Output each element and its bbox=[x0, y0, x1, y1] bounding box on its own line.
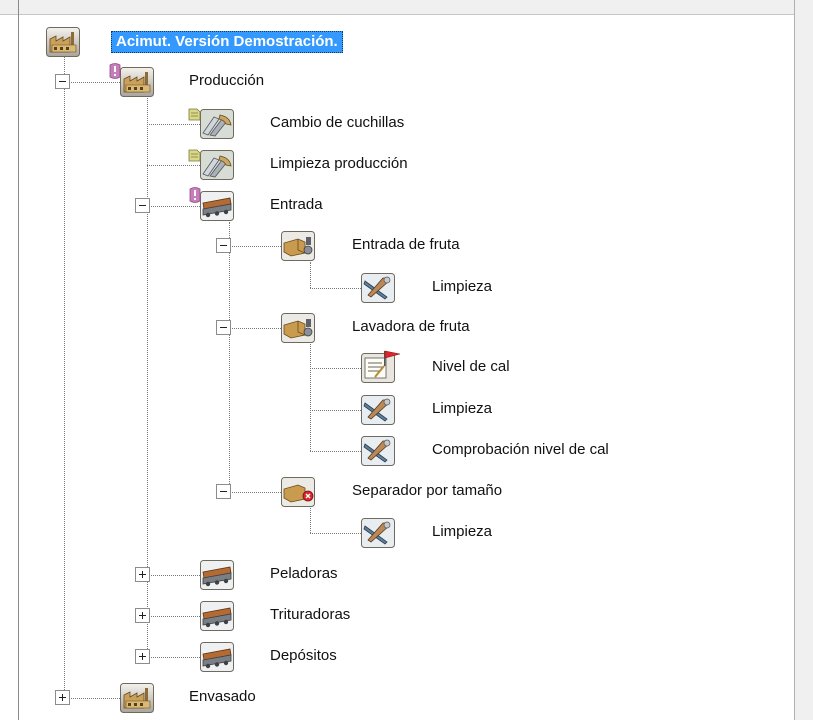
tree-item-limpieza[interactable]: Limpieza bbox=[432, 399, 492, 419]
wrench-icon[interactable] bbox=[361, 273, 395, 303]
tag-badge bbox=[188, 107, 201, 121]
tree-connector-horizontal bbox=[229, 492, 281, 493]
tree-item-depositos[interactable]: Depósitos bbox=[270, 646, 337, 666]
wrench-icon[interactable] bbox=[361, 395, 395, 425]
red-flag-icon bbox=[383, 350, 401, 366]
tree-item-peladoras[interactable]: Peladoras bbox=[270, 564, 338, 584]
tree-item-limpieza-produccion[interactable]: Limpieza producción bbox=[270, 154, 408, 174]
factory-icon[interactable] bbox=[120, 67, 154, 97]
tree-connector-horizontal bbox=[147, 575, 200, 576]
tree-item-cambio-de-cuchillas[interactable]: Cambio de cuchillas bbox=[270, 113, 404, 133]
tools-icon[interactable] bbox=[200, 150, 234, 180]
expand-toggle[interactable] bbox=[55, 690, 70, 705]
tree-connector-vertical bbox=[229, 222, 230, 492]
factory-icon[interactable] bbox=[120, 683, 154, 713]
collapse-toggle[interactable] bbox=[55, 74, 70, 89]
tree-item-separador-por-tamano[interactable]: Separador por tamaño bbox=[352, 481, 502, 501]
tree-connector-horizontal bbox=[147, 124, 200, 125]
tree-root-label[interactable]: Acimut. Versión Demostración. bbox=[111, 31, 343, 53]
conveyor-icon[interactable] bbox=[200, 191, 234, 221]
collapse-toggle[interactable] bbox=[216, 238, 231, 253]
tree-item-trituradoras[interactable]: Trituradoras bbox=[270, 605, 350, 625]
tree-item-nivel-de-cal[interactable]: Nivel de cal bbox=[432, 357, 510, 377]
tree-connector-vertical bbox=[310, 344, 311, 451]
collapse-toggle[interactable] bbox=[135, 198, 150, 213]
machine-icon[interactable] bbox=[281, 313, 315, 343]
tree-connector-horizontal bbox=[229, 328, 281, 329]
tree-connector-horizontal bbox=[310, 410, 361, 411]
window-top-edge bbox=[0, 0, 813, 15]
tree-connector-vertical bbox=[310, 508, 311, 533]
expand-toggle[interactable] bbox=[135, 608, 150, 623]
tree-connector-horizontal bbox=[310, 288, 361, 289]
wrench-icon[interactable] bbox=[361, 518, 395, 548]
tree-item-entrada[interactable]: Entrada bbox=[270, 195, 323, 215]
tree-connector-vertical bbox=[310, 262, 311, 288]
tree-item-limpieza[interactable]: Limpieza bbox=[432, 277, 492, 297]
conveyor-icon[interactable] bbox=[200, 601, 234, 631]
tree-connector-horizontal bbox=[310, 368, 361, 369]
tree-connector-horizontal bbox=[64, 698, 120, 699]
tree-item-lavadora-de-fruta[interactable]: Lavadora de fruta bbox=[352, 317, 470, 337]
collapse-toggle[interactable] bbox=[216, 320, 231, 335]
conveyor-icon[interactable] bbox=[200, 560, 234, 590]
tag-badge bbox=[188, 148, 201, 162]
factory-icon[interactable] bbox=[46, 27, 80, 57]
tree-connector-horizontal bbox=[147, 616, 200, 617]
expand-toggle[interactable] bbox=[135, 567, 150, 582]
tree-connector-horizontal bbox=[147, 657, 200, 658]
tree-item-produccion[interactable]: Producción bbox=[189, 71, 264, 91]
tree-item-envasado[interactable]: Envasado bbox=[189, 687, 256, 707]
conveyor-icon[interactable] bbox=[200, 642, 234, 672]
machine-icon[interactable] bbox=[281, 231, 315, 261]
tree-connector-horizontal bbox=[310, 533, 361, 534]
tree-connector-horizontal bbox=[310, 451, 361, 452]
collapse-toggle[interactable] bbox=[216, 484, 231, 499]
tree-connector-horizontal bbox=[229, 246, 281, 247]
tree-connector-vertical bbox=[64, 57, 65, 698]
expand-toggle[interactable] bbox=[135, 649, 150, 664]
tools-icon[interactable] bbox=[200, 109, 234, 139]
pane-left-border bbox=[18, 0, 19, 720]
tree-connector-horizontal bbox=[147, 206, 200, 207]
tree-connector-horizontal bbox=[147, 165, 200, 166]
tree-item-entrada-de-fruta[interactable]: Entrada de fruta bbox=[352, 235, 460, 255]
tree-item-limpieza[interactable]: Limpieza bbox=[432, 522, 492, 542]
machine-alert-icon[interactable] bbox=[281, 477, 315, 507]
alert-badge bbox=[109, 62, 121, 80]
wrench-icon[interactable] bbox=[361, 436, 395, 466]
tree-connector-horizontal bbox=[64, 82, 120, 83]
alert-badge bbox=[189, 186, 201, 204]
tree-item-comprobacion-nivel-de-cal[interactable]: Comprobación nivel de cal bbox=[432, 440, 609, 460]
adjacent-pane bbox=[795, 0, 813, 720]
